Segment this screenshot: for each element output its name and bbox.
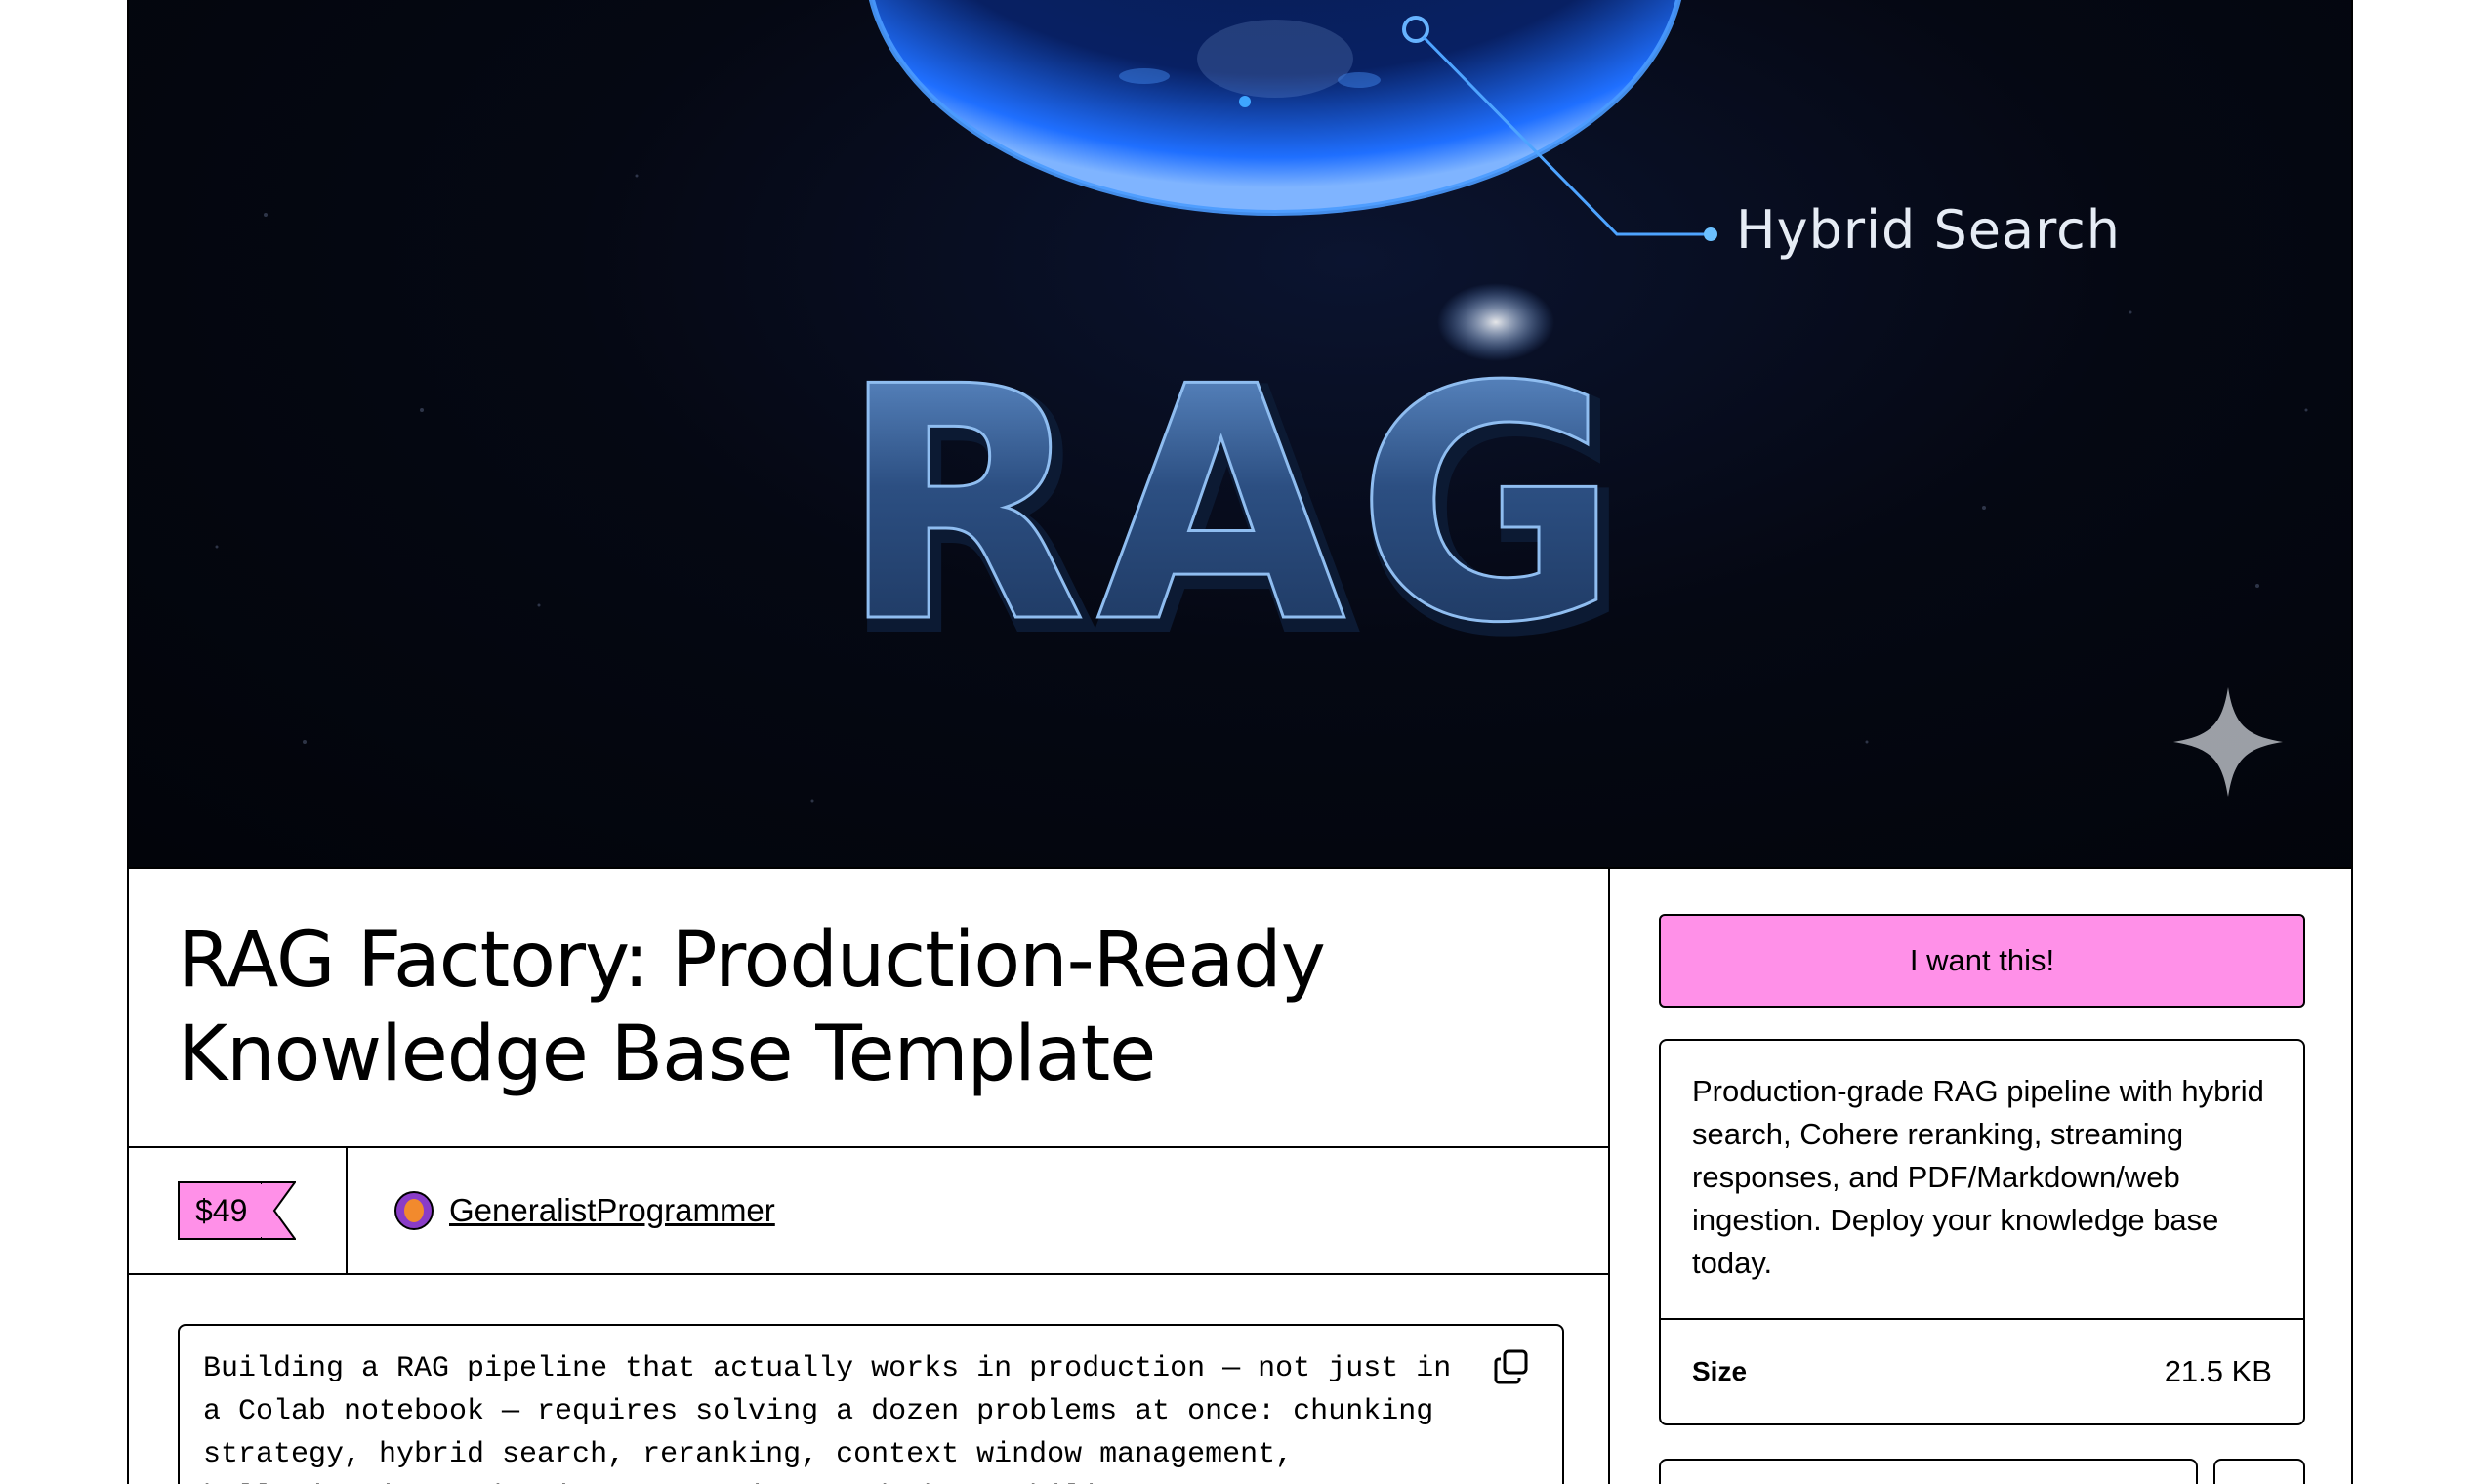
product-page: RAG RAG Hybrid Search RAG Factory: Produ… [0,0,2480,1484]
hero-callout-label: Hybrid Search [1736,199,2122,261]
price-value: $49 [178,1181,262,1240]
product-main: RAG Factory: Production-Ready Knowledge … [129,867,1610,1484]
product-frame: RAG RAG Hybrid Search RAG Factory: Produ… [127,0,2353,1484]
hero-illustration: RAG RAG [215,0,2308,803]
creator-avatar [394,1191,434,1230]
size-row: Size 21.5 KB [1661,1320,2303,1423]
copy-icon[interactable] [1494,1349,1529,1384]
purchase-panel: I want this! Production-grade RAG pipeli… [1610,867,2351,1484]
product-title: RAG Factory: Production-Ready Knowledge … [178,917,1326,1098]
secondary-action-button[interactable] [2213,1459,2305,1484]
price-badge: $49 [178,1181,297,1240]
product-description: Building a RAG pipeline that actually wo… [203,1352,1452,1484]
size-value: 21.5 KB [2164,1354,2272,1388]
hero-image: RAG RAG Hybrid Search [129,0,2351,869]
description-box: Building a RAG pipeline that actually wo… [178,1324,1564,1484]
creator-cell: GeneralistProgrammer [348,1148,775,1273]
price-tag-notch [261,1181,297,1240]
i-want-this-button[interactable]: I want this! [1659,914,2305,1008]
creator-link[interactable]: GeneralistProgrammer [449,1192,775,1229]
sparkle-icon [2173,687,2283,797]
product-summary: Production-grade RAG pipeline with hybri… [1661,1041,2303,1320]
secondary-action-field[interactable] [1659,1459,2198,1484]
product-meta-row: $49 GeneralistProgrammer [129,1148,1608,1275]
title-section: RAG Factory: Production-Ready Knowledge … [129,867,1608,1148]
product-info-card: Production-grade RAG pipeline with hybri… [1659,1039,2305,1425]
price-cell: $49 [129,1148,348,1273]
rag-logo-text: RAG [839,318,1630,693]
size-label: Size [1692,1356,1748,1386]
